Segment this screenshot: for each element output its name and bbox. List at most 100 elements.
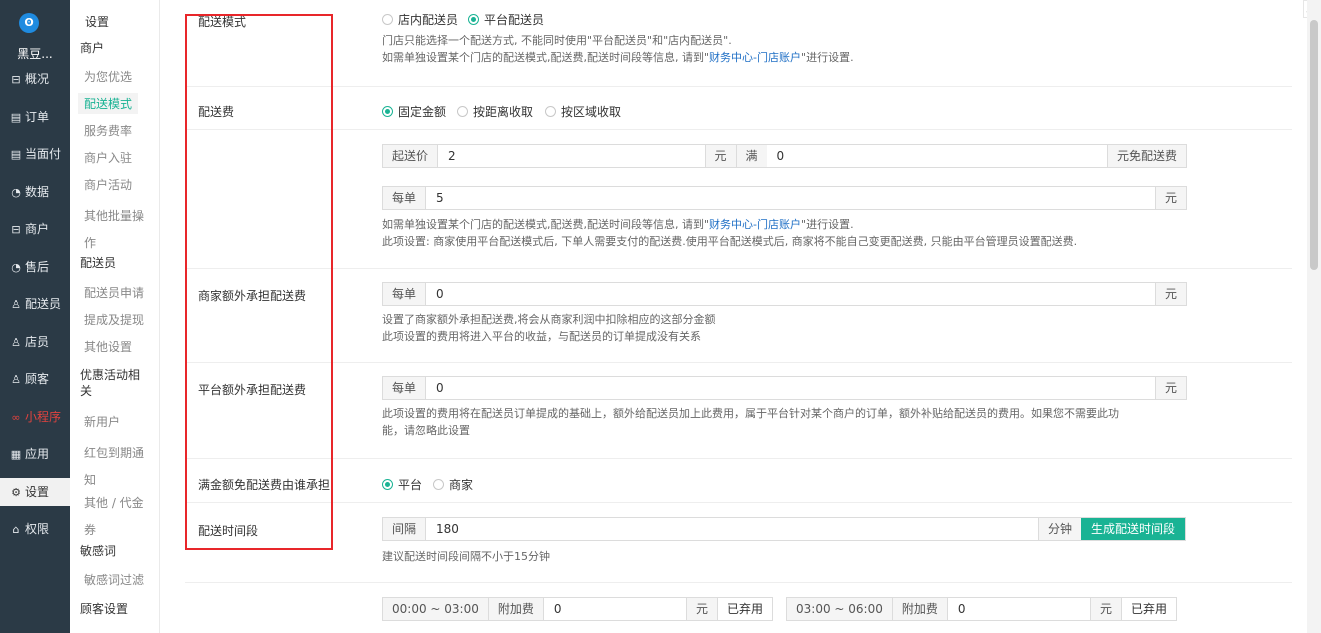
delivery-fee-help: 如需单独设置某个门店的配送模式,配送费,配送时间段等信息, 请到"财务中心-门店… [382,216,1077,250]
nav-item-label: 概况 [25,72,50,86]
submenu-item-batch-ops[interactable]: 其他批量操作 [84,203,148,257]
radio-label: 店内配送员 [398,13,459,27]
divider [185,86,1292,87]
nav-item-label: 小程序 [25,410,62,424]
help-text: 门店只能选择一个配送方式, 不能同时使用"平台配送员"和"店内配送员". [382,34,732,47]
submenu-item-commission[interactable]: 提成及提现 [84,311,144,328]
submenu-group-customer-settings: 顾客设置 [80,602,129,616]
brand-name: 黑豆... [17,47,53,61]
divider [185,362,1292,363]
per-order-fee-input[interactable] [426,187,1155,209]
merchant-extra-help: 设置了商家额外承担配送费,将会从商家利润中扣除相应的这部分金额 此项设置的费用将… [382,311,716,345]
nav-item-mini-program[interactable]: ∞ 小程序 [0,403,70,431]
store-account-link[interactable]: 财务中心-门店账户 [709,51,801,64]
start-price-input[interactable] [438,145,705,167]
nav-item-label: 售后 [25,260,50,274]
radio-by-distance[interactable]: 按距离收取 [457,103,533,120]
radio-bearer-merchant[interactable]: 商家 [433,476,473,493]
submenu-item-courier-other[interactable]: 其他设置 [84,338,132,355]
help-text: 此项设置的费用将在配送员订单提成的基础上，额外给配送员加上此费用，属于平台针对某… [382,407,1119,420]
nav-item-clerks[interactable]: ♙ 店员 [0,328,70,356]
app-root: ʘ 黑豆... ⊟ 概况 ▤ 订单 ▤ 当面付 ◔ 数据 ⊟ 商户 ◔ 售后 ♙ 配送员 ♙ 店… [0,0,1321,633]
nav-item-label: 店员 [25,335,50,349]
nav-item-permissions[interactable]: ⌂ 权限 [0,515,70,543]
divider [185,502,1292,503]
submenu-item-recommend[interactable]: 为您优选 [84,68,132,85]
nav-item-apps[interactable]: ▦ 应用 [0,440,70,468]
divider [185,582,1292,583]
surcharge-addon: 附加费 [892,598,948,620]
submenu-item-voucher[interactable]: 其他 / 代金券 [84,490,148,544]
radio-label: 按距离收取 [473,105,534,119]
nav-item-label: 当面付 [25,147,62,161]
radio-circle [433,479,444,490]
merchants-icon: ⊟ [11,223,21,236]
surcharge-input[interactable] [947,598,1090,620]
divider [185,129,1292,130]
help-text-part: 如需单独设置某个门店的配送模式,配送费,配送时间段等信息, 请到" [382,218,710,231]
submenu-item-new-user[interactable]: 新用户 [84,413,120,430]
settings-form: 配送模式 店内配送员 平台配送员 门店只能选择一个配送方式, 不能同时使用"平台… [185,0,1292,633]
submenu-item-sensitive-filter[interactable]: 敏感词过滤 [84,571,144,588]
nav-item-label: 设置 [25,485,50,499]
time-slot-help: 建议配送时间段间隔不小于15分钟 [382,550,550,563]
interval-input[interactable] [426,518,1038,540]
platform-extra-input[interactable] [426,377,1155,399]
radio-fixed-amount[interactable]: 固定金额 [382,103,446,120]
delivery-mode-label: 配送模式 [198,15,247,29]
radio-bearer-platform[interactable]: 平台 [382,476,422,493]
free-bearer-label: 满金额免配送费由谁承担 [198,478,331,492]
divider [185,458,1292,459]
radio-circle [457,106,468,117]
full-addon: 满 [735,145,767,167]
per-order-addon: 每单 [383,187,427,209]
merchant-extra-input[interactable] [426,283,1155,305]
per-order-unit: 元 [1154,187,1186,209]
radio-label: 平台配送员 [484,13,545,27]
face-pay-icon: ▤ [10,148,22,161]
after-sales-icon: ◔ [11,261,21,274]
surcharge-unit: 元 [685,598,717,620]
radio-by-area[interactable]: 按区域收取 [545,103,621,120]
platform-extra-unit: 元 [1154,377,1186,399]
platform-extra-help: 此项设置的费用将在配送员订单提成的基础上，额外给配送员加上此费用，属于平台针对某… [382,405,1119,439]
free-threshold-input[interactable] [766,145,1107,167]
surcharge-input[interactable] [543,598,686,620]
nav-item-data[interactable]: ◔ 数据 [0,178,70,206]
submenu-item-courier-apply[interactable]: 配送员申请 [84,284,144,301]
radio-label: 按区域收取 [561,105,622,119]
nav-item-label: 订单 [25,110,50,124]
nav-item-after-sales[interactable]: ◔ 售后 [0,253,70,281]
delivery-fee-label: 配送费 [198,105,235,119]
surcharge-unit: 元 [1089,598,1121,620]
nav-item-merchants[interactable]: ⊟ 商户 [0,215,70,243]
submenu-item-service-rate[interactable]: 服务费率 [84,122,132,139]
submenu-item-merchant-activity[interactable]: 商户活动 [84,176,132,193]
generate-time-slots-button[interactable]: 生成配送时间段 [1080,518,1185,540]
help-text-part: "进行设置. [801,51,854,64]
radio-store-courier[interactable]: 店内配送员 [382,11,458,28]
submenu-item-merchant-join[interactable]: 商户入驻 [84,149,132,166]
nav-item-couriers[interactable]: ♙ 配送员 [0,290,70,318]
scrollbar-thumb[interactable] [1310,20,1318,270]
nav-item-face-pay[interactable]: ▤ 当面付 [0,140,70,168]
interval-unit: 分钟 [1037,518,1081,540]
slot-status-button[interactable]: 已弃用 [1120,598,1176,620]
nav-item-orders[interactable]: ▤ 订单 [0,103,70,131]
scrollbar[interactable] [1307,0,1321,633]
platform-extra-group: 每单 元 [382,376,1187,400]
submenu-item-delivery-mode[interactable]: 配送模式 [78,93,139,114]
nav-item-settings[interactable]: ⚙ 设置 [0,478,70,506]
free-delivery-addon: 元免配送费 [1106,145,1186,167]
time-slot-row: 03:00 ~ 06:00 附加费 元 已弃用 [786,597,1177,621]
nav-item-overview[interactable]: ⊟ 概况 [0,65,70,93]
nav-item-label: 应用 [25,447,50,461]
submenu-item-redpacket-notice[interactable]: 红包到期通知 [84,440,148,494]
nav-item-label: 数据 [25,185,50,199]
nav-item-customers[interactable]: ♙ 顾客 [0,365,70,393]
radio-platform-courier[interactable]: 平台配送员 [468,11,544,28]
slot-status-button[interactable]: 已弃用 [716,598,772,620]
logo-icon: ʘ [19,13,39,33]
submenu-group-promotions: 优惠活动相关 [80,368,141,398]
store-account-link[interactable]: 财务中心-门店账户 [709,218,801,231]
